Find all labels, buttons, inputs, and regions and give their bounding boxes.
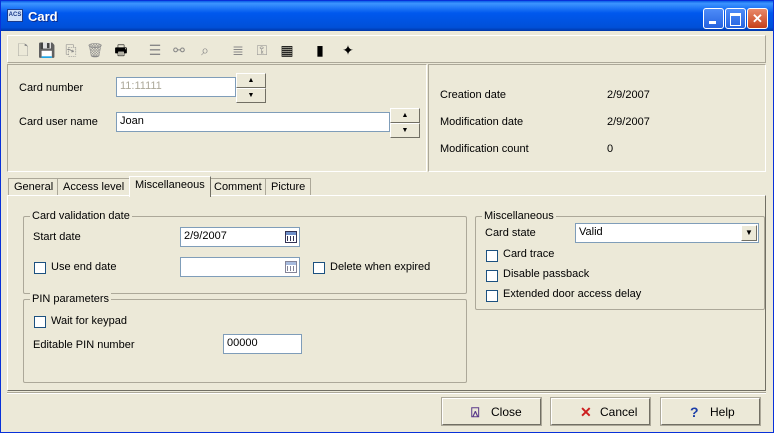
miscellaneous-group: Miscellaneous Card state Valid ▼ Card tr…	[475, 210, 765, 310]
card-trace-checkbox[interactable]	[486, 250, 498, 262]
maximize-button[interactable]	[725, 8, 746, 29]
modification-date-label: Modification date	[440, 116, 524, 128]
disable-passback-label: Disable passback	[503, 268, 590, 280]
maximize-icon	[726, 9, 745, 28]
tab-picture[interactable]: Picture	[265, 178, 312, 196]
copy-icon[interactable]: ⎘	[60, 39, 82, 61]
start-date-value: 2/9/2007	[184, 230, 227, 242]
tab-access-level[interactable]: Access level	[57, 178, 131, 196]
pin-parameters-legend: PIN parameters	[30, 293, 112, 305]
key-icon[interactable]: ⚿	[251, 39, 273, 61]
cancel-x-icon: ✕	[580, 404, 592, 420]
card-window: ACS Card ✕ 🗋 💾 ⎘ 🗑 🖶 ☰ ⚯ ⌕ ≣ ⚿ ▦ ▮ ✦ Card number 11:…	[0, 0, 774, 433]
help-button[interactable]: ? Help	[660, 397, 761, 426]
card-number-field[interactable]: 11:11111	[116, 77, 236, 97]
card-state-select[interactable]: Valid ▼	[575, 223, 759, 243]
tab-general[interactable]: General	[8, 178, 60, 196]
card-identity-panel: Card number 11:11111 ▲ ▼ Card user name …	[7, 64, 427, 172]
new-icon[interactable]: 🗋	[12, 39, 34, 61]
card-user-name-field[interactable]: Joan	[116, 112, 390, 132]
pin-parameters-group: PIN parameters Wait for keypad Editable …	[23, 293, 467, 383]
window-title: Card	[28, 9, 58, 24]
modification-count-label: Modification count	[440, 143, 529, 155]
end-date-field[interactable]	[180, 257, 300, 277]
bottom-divider	[7, 392, 766, 394]
spin-down-icon[interactable]: ▼	[236, 88, 266, 103]
find-icon[interactable]: ⌕	[194, 39, 216, 61]
save-icon[interactable]: 💾	[36, 39, 58, 61]
modification-date-value: 2/9/2007	[607, 116, 650, 128]
toolbar: 🗋 💾 ⎘ 🗑 🖶 ☰ ⚯ ⌕ ≣ ⚿ ▦ ▮ ✦	[7, 35, 766, 63]
editable-pin-label: Editable PIN number	[33, 339, 135, 351]
link-icon[interactable]: ⚯	[168, 39, 190, 61]
list-icon[interactable]: ☰	[144, 39, 166, 61]
card-trace-label: Card trace	[503, 248, 555, 260]
card-validation-group: Card validation date Start date 2/9/2007…	[23, 210, 467, 294]
tab-miscellaneous[interactable]: Miscellaneous	[129, 176, 211, 197]
cancel-button[interactable]: ✕ Cancel	[550, 397, 651, 426]
delete-when-expired-label: Delete when expired	[330, 261, 431, 273]
minimize-icon	[704, 9, 723, 28]
wait-for-keypad-label: Wait for keypad	[51, 315, 128, 327]
card-validation-legend: Card validation date	[30, 210, 132, 222]
calendar-icon[interactable]	[285, 261, 297, 273]
help-icon: ?	[690, 404, 699, 420]
extended-door-access-delay-checkbox[interactable]	[486, 290, 498, 302]
editable-pin-field[interactable]: 00000	[223, 334, 302, 354]
grid-icon[interactable]: ▦	[276, 39, 298, 61]
details-icon[interactable]: ≣	[227, 39, 249, 61]
print-icon[interactable]: 🖶	[110, 39, 132, 61]
card-number-label: Card number	[19, 82, 84, 94]
card-user-name-label: Card user name	[19, 116, 98, 128]
close-icon: ✕	[752, 11, 763, 26]
tab-comment[interactable]: Comment	[208, 178, 268, 196]
card-dates-panel: Creation date 2/9/2007 Modification date…	[428, 64, 766, 172]
delete-when-expired-checkbox[interactable]	[313, 262, 325, 274]
close-button-label: Close	[491, 405, 522, 419]
cancel-button-label: Cancel	[600, 405, 638, 419]
title-bar[interactable]: ACS Card ✕	[1, 1, 773, 31]
spin-up-icon[interactable]: ▲	[236, 73, 266, 88]
door-icon: ⍓	[471, 404, 480, 420]
extended-door-access-delay-label: Extended door access delay	[503, 288, 642, 300]
disable-passback-checkbox[interactable]	[486, 270, 498, 282]
miscellaneous-tab-panel: Card validation date Start date 2/9/2007…	[7, 195, 766, 391]
close-window-button[interactable]: ✕	[747, 8, 768, 29]
card-user-name-spinner[interactable]: ▲ ▼	[390, 108, 420, 138]
wait-for-keypad-checkbox[interactable]	[34, 316, 46, 328]
chevron-down-icon[interactable]: ▼	[741, 225, 757, 241]
start-date-label: Start date	[33, 231, 81, 243]
use-end-date-label: Use end date	[51, 261, 117, 273]
modification-count-value: 0	[607, 143, 614, 155]
film-icon[interactable]: ▮	[309, 39, 331, 61]
use-end-date-checkbox[interactable]	[34, 262, 46, 274]
close-button[interactable]: ⍓ Close	[441, 397, 542, 426]
minimize-button[interactable]	[703, 8, 724, 29]
help-button-label: Help	[710, 405, 735, 419]
miscellaneous-legend: Miscellaneous	[482, 210, 556, 222]
app-icon: ACS	[7, 9, 23, 22]
card-state-label: Card state	[485, 227, 536, 239]
creation-date-value: 2/9/2007	[607, 89, 650, 101]
card-number-spinner[interactable]: ▲ ▼	[236, 73, 266, 103]
calendar-icon[interactable]	[285, 231, 297, 243]
card-state-value: Valid	[579, 226, 603, 238]
spin-up-icon[interactable]: ▲	[390, 108, 420, 123]
start-date-field[interactable]: 2/9/2007	[180, 227, 300, 247]
delete-icon[interactable]: 🗑	[84, 39, 106, 61]
card-icon[interactable]: ✦	[337, 39, 359, 61]
spin-down-icon[interactable]: ▼	[390, 123, 420, 138]
creation-date-label: Creation date	[440, 89, 507, 101]
